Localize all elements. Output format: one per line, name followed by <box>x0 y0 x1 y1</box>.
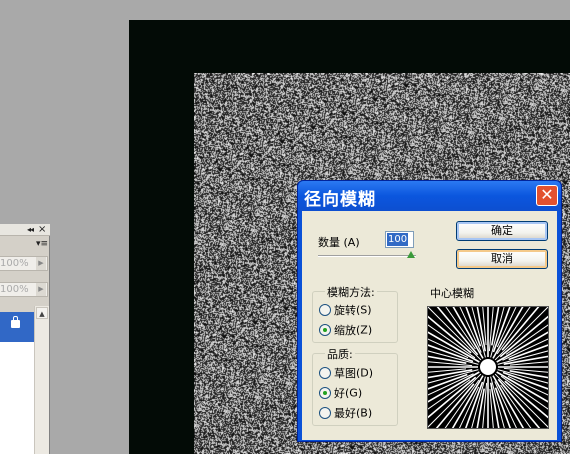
radio-draft[interactable]: 草图(D) <box>319 365 374 380</box>
radio-best-button[interactable] <box>319 407 331 419</box>
radial-line <box>428 307 482 361</box>
radial-line <box>501 307 540 351</box>
opacity-field[interactable]: 100% ▶ <box>0 256 48 271</box>
radio-good-mnemonic: (G) <box>345 386 363 400</box>
radial-line <box>428 315 472 354</box>
layers-panel: ◂◂ × ▾≡ 100% ▶ 100% ▶ ▲ <box>0 224 50 454</box>
fill-value: 100% <box>0 284 29 295</box>
cancel-button[interactable]: 取消 <box>456 249 548 269</box>
fill-arrow-icon[interactable]: ▶ <box>36 283 46 296</box>
center-point <box>480 359 496 375</box>
radio-good-button[interactable] <box>319 387 331 399</box>
radio-zoom[interactable]: 缩放(Z) <box>319 322 373 337</box>
blur-method-group: 模糊方法: 旋转(S) 缩放(Z) <box>312 284 398 343</box>
radio-good-label: 好 <box>334 387 345 400</box>
radio-draft-mnemonic: (D) <box>356 366 374 380</box>
radio-spin-mnemonic: (S) <box>356 303 372 317</box>
radio-draft-label: 草图 <box>334 367 356 380</box>
radial-blur-dialog: 径向模糊 ✕ 数量 (A) 100 确定 取消 模糊方法: 旋转(S) 缩放(Z… <box>297 180 562 442</box>
blur-method-legend: 模糊方法: <box>325 284 377 300</box>
ok-button[interactable]: 确定 <box>456 221 548 241</box>
radio-best[interactable]: 最好(B) <box>319 405 373 420</box>
layer-row-selected[interactable] <box>0 312 34 342</box>
radio-spin-label: 旋转 <box>334 304 356 317</box>
radial-line <box>428 371 480 403</box>
blur-center-preview[interactable] <box>427 306 549 429</box>
radial-line <box>496 331 548 363</box>
radio-zoom-mnemonic: (Z) <box>356 323 373 337</box>
fill-field[interactable]: 100% ▶ <box>0 282 48 297</box>
close-icon[interactable]: × <box>38 224 46 235</box>
blur-center-label: 中心模糊 <box>430 287 474 300</box>
dialog-body: 数量 (A) 100 确定 取消 模糊方法: 旋转(S) 缩放(Z) 品质: 草… <box>302 211 557 440</box>
amount-label: 数量 (A) <box>318 234 360 250</box>
quality-legend: 品质: <box>325 346 355 362</box>
dialog-title: 径向模糊 <box>304 190 376 210</box>
radial-line <box>504 380 548 419</box>
radio-zoom-button[interactable] <box>319 324 331 336</box>
opacity-arrow-icon[interactable]: ▶ <box>36 257 46 270</box>
amount-slider-thumb[interactable] <box>407 251 415 258</box>
radio-good[interactable]: 好(G) <box>319 385 363 400</box>
radio-draft-button[interactable] <box>319 367 331 379</box>
panel-menu-icon[interactable]: ▾≡ <box>36 239 48 249</box>
scroll-up-icon[interactable]: ▲ <box>36 307 48 319</box>
opacity-value: 100% <box>0 258 29 269</box>
radio-best-label: 最好 <box>334 407 356 420</box>
quality-group: 品质: 草图(D) 好(G) 最好(B) <box>312 346 398 426</box>
radio-zoom-label: 缩放 <box>334 324 356 337</box>
amount-slider-track[interactable] <box>318 255 416 257</box>
radial-lines-graphic <box>428 307 548 428</box>
close-button[interactable]: ✕ <box>536 185 558 206</box>
amount-mnemonic: (A) <box>343 236 360 249</box>
radial-line <box>494 307 548 361</box>
amount-label-text: 数量 <box>318 236 340 249</box>
radio-spin-button[interactable] <box>319 304 331 316</box>
panel-header: ◂◂ × <box>0 224 50 236</box>
dialog-titlebar[interactable]: 径向模糊 ✕ <box>298 181 561 211</box>
double-left-arrow-icon[interactable]: ◂◂ <box>27 225 34 234</box>
radial-line <box>452 307 484 359</box>
layer-list <box>0 342 34 454</box>
radio-spin[interactable]: 旋转(S) <box>319 302 372 317</box>
radio-best-mnemonic: (B) <box>356 406 373 420</box>
amount-input[interactable]: 100 <box>385 231 414 248</box>
panel-scrollbar[interactable]: ▲ <box>34 306 49 454</box>
lock-icon <box>11 316 20 328</box>
amount-value: 100 <box>387 233 409 246</box>
